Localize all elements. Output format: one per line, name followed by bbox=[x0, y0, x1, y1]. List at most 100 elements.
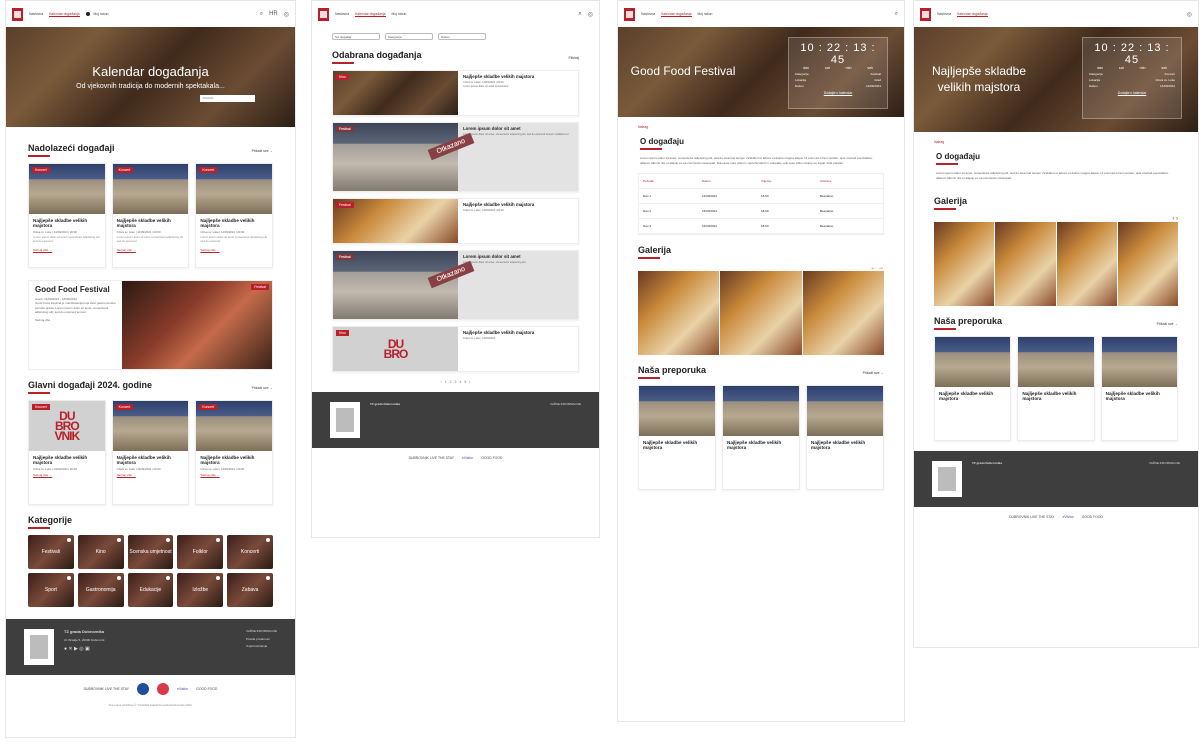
lang-switch[interactable]: HR bbox=[269, 11, 278, 17]
filter-select[interactable]: Kategorija bbox=[385, 33, 433, 40]
partner-logo[interactable] bbox=[157, 683, 170, 695]
category-tile[interactable]: Koncerti bbox=[227, 535, 273, 569]
dubrovnik-logo[interactable] bbox=[624, 7, 635, 21]
back-link[interactable]: Natrag bbox=[618, 117, 904, 131]
event-row-cancelled[interactable]: Festival Otkazano Lorem ipsum dolor sit am… bbox=[332, 250, 579, 320]
partner-logo[interactable]: DUBROVNIK LIVE THE STAY bbox=[84, 683, 129, 695]
read-more-link[interactable]: Saznaj više → bbox=[29, 471, 105, 479]
event-row[interactable]: Kino Najljepše skladbe velikih majstora Cr… bbox=[332, 70, 579, 116]
search-icon[interactable]: ⌕ bbox=[260, 11, 263, 18]
nav-account[interactable]: Moj račun bbox=[392, 12, 407, 16]
gallery-image[interactable] bbox=[934, 222, 995, 307]
category-tile[interactable]: Zabava bbox=[227, 573, 273, 607]
partner-logo[interactable] bbox=[137, 683, 150, 695]
globe-icon[interactable]: ◎ bbox=[1187, 11, 1192, 18]
partner-logo[interactable]: eVisitor bbox=[462, 456, 473, 460]
event-card[interactable]: Najljepše skladbe velikih majstora bbox=[806, 385, 884, 491]
event-row[interactable]: Kino DU BRO Najljepše skladbe velikih majst… bbox=[332, 326, 579, 372]
event-card[interactable]: Najljepše skladbe velikih majstora bbox=[1017, 336, 1095, 442]
gallery-image[interactable] bbox=[995, 222, 1056, 307]
partner-logo[interactable]: GOOD FOOD bbox=[1082, 515, 1103, 519]
event-card[interactable]: Najljepše skladbe velikih majstora bbox=[1100, 336, 1178, 442]
filters-button[interactable]: Filtriraj bbox=[569, 56, 580, 60]
nav-calendar[interactable]: Kalendar događanja bbox=[49, 12, 80, 17]
globe-icon[interactable]: ◎ bbox=[588, 11, 593, 18]
page-prev[interactable]: ‹ bbox=[441, 380, 442, 384]
partner-logo[interactable]: eVisitor bbox=[177, 683, 188, 695]
event-card[interactable]: Koncert Najljepše skladbe velikih majstor… bbox=[195, 163, 274, 268]
footer-link[interactable]: Uvjeti korištenja bbox=[246, 644, 277, 648]
filter-select[interactable]: Datum bbox=[438, 33, 486, 40]
page-link[interactable]: 1 bbox=[445, 380, 447, 384]
gallery-image[interactable] bbox=[720, 271, 802, 356]
category-tile[interactable]: Scenska umjetnost bbox=[127, 535, 174, 569]
read-more-link[interactable]: Saznaj više → bbox=[196, 246, 272, 254]
gallery-image[interactable] bbox=[638, 271, 720, 356]
gallery-image[interactable] bbox=[802, 271, 884, 356]
event-card[interactable]: Najljepše skladbe velikih majstora bbox=[638, 385, 716, 491]
add-to-calendar-link[interactable]: Dodajte u kalendar bbox=[795, 91, 881, 95]
read-more-link[interactable]: Saznaj više → bbox=[196, 471, 272, 479]
add-to-calendar-link[interactable]: Dodajte u kalendar bbox=[1089, 91, 1175, 95]
see-all-link[interactable]: Prikaži sve → bbox=[252, 386, 273, 390]
partner-logo[interactable]: GOOD FOOD bbox=[196, 683, 217, 695]
gallery-image[interactable] bbox=[1056, 222, 1117, 307]
see-all-link[interactable]: Prikaži sve → bbox=[1157, 322, 1178, 326]
page-next[interactable]: › bbox=[469, 380, 470, 384]
partner-logo[interactable]: eVisitor bbox=[1063, 515, 1074, 519]
event-card[interactable]: Koncert Najljepše skladbe velikih majstor… bbox=[111, 163, 190, 268]
page-link[interactable]: 3 bbox=[455, 380, 457, 384]
nav-home[interactable]: Naslovna bbox=[641, 12, 655, 16]
category-tile[interactable]: Folklor bbox=[177, 535, 224, 569]
page-link[interactable]: 5 bbox=[464, 380, 466, 384]
category-tile[interactable]: Kino bbox=[77, 535, 124, 569]
event-card[interactable]: Koncert Najljepše skladbe velikih majstor… bbox=[28, 163, 106, 268]
category-tile[interactable]: Sport bbox=[28, 573, 74, 607]
partner-logo[interactable]: DUBROVNIK LIVE THE STAY bbox=[409, 456, 454, 460]
featured-more[interactable]: Saznaj više bbox=[35, 318, 116, 322]
read-more-link[interactable]: Saznaj više → bbox=[113, 471, 189, 479]
page-link[interactable]: 2 bbox=[450, 380, 452, 384]
hero-subtitle: Od vjekovnih tradicija do modernih spekt… bbox=[76, 83, 225, 90]
dubrovnik-logo[interactable] bbox=[12, 7, 23, 21]
nav-home[interactable]: Naslovna bbox=[335, 12, 349, 16]
event-card[interactable]: Najljepše skladbe velikih majstora bbox=[934, 336, 1012, 442]
search-input[interactable]: Pretraži bbox=[200, 95, 255, 102]
event-row[interactable]: Festival Najljepše skladbe velikih majsto… bbox=[332, 198, 579, 244]
page-link[interactable]: 4 bbox=[459, 380, 461, 384]
featured-event[interactable]: Good Food Festival Grad | 14/09/2024 - 1… bbox=[28, 280, 273, 370]
event-row-cancelled[interactable]: Festival Otkazano Lorem ipsum dolor sit am… bbox=[332, 122, 579, 192]
nav-home[interactable]: Naslovna bbox=[29, 12, 43, 16]
nav-account[interactable]: Moj račun bbox=[85, 12, 108, 16]
category-tile[interactable]: Festivali bbox=[28, 535, 74, 569]
nav-calendar[interactable]: Kalendar događanja bbox=[957, 12, 988, 17]
category-tile[interactable]: Edukacije bbox=[127, 573, 174, 607]
event-card[interactable]: Koncert Najljepše skladbe velikih majstor… bbox=[195, 400, 274, 505]
back-link[interactable]: Natrag bbox=[914, 132, 1198, 146]
gallery-image[interactable] bbox=[1117, 222, 1178, 307]
category-tile[interactable]: Izložbe bbox=[177, 573, 224, 607]
event-card[interactable]: Koncert Najljepše skladbe velikih majstor… bbox=[111, 400, 190, 505]
social-icons[interactable]: ● ✕ ▶ ◎ ▣ bbox=[64, 646, 236, 652]
category-tile[interactable]: Gastronomija bbox=[77, 573, 124, 607]
search-icon[interactable]: ⌕ bbox=[895, 11, 898, 18]
search-icon[interactable]: ⌕ bbox=[578, 11, 581, 18]
see-all-link[interactable]: Prikaži sve → bbox=[863, 371, 884, 375]
nav-home[interactable]: Naslovna bbox=[937, 12, 951, 16]
gallery-heading: Galerija bbox=[638, 245, 672, 256]
nav-account[interactable]: Moj račun bbox=[698, 12, 713, 16]
read-more-link[interactable]: Saznaj više → bbox=[29, 246, 105, 254]
read-more-link[interactable]: Saznaj više → bbox=[113, 246, 189, 254]
nav-calendar[interactable]: Kalendar događanja bbox=[355, 12, 386, 17]
see-all-link[interactable]: Prikaži sve → bbox=[252, 149, 273, 153]
filter-select[interactable]: Svi događaji bbox=[332, 33, 380, 40]
event-card[interactable]: Najljepše skladbe velikih majstora bbox=[722, 385, 800, 491]
footer-link[interactable]: Pravila privatnosti bbox=[246, 637, 277, 641]
globe-icon[interactable]: ◎ bbox=[284, 11, 289, 18]
dubrovnik-logo[interactable] bbox=[318, 7, 329, 21]
nav-calendar[interactable]: Kalendar događanja bbox=[661, 12, 692, 17]
partner-logo[interactable]: GOOD FOOD bbox=[481, 456, 502, 460]
partner-logo[interactable]: DUBROVNIK LIVE THE STAY bbox=[1009, 515, 1054, 519]
dubrovnik-logo[interactable] bbox=[920, 7, 931, 21]
event-card[interactable]: Koncert DU BRO VNIK Najljepše skladbe veliki… bbox=[28, 400, 106, 505]
